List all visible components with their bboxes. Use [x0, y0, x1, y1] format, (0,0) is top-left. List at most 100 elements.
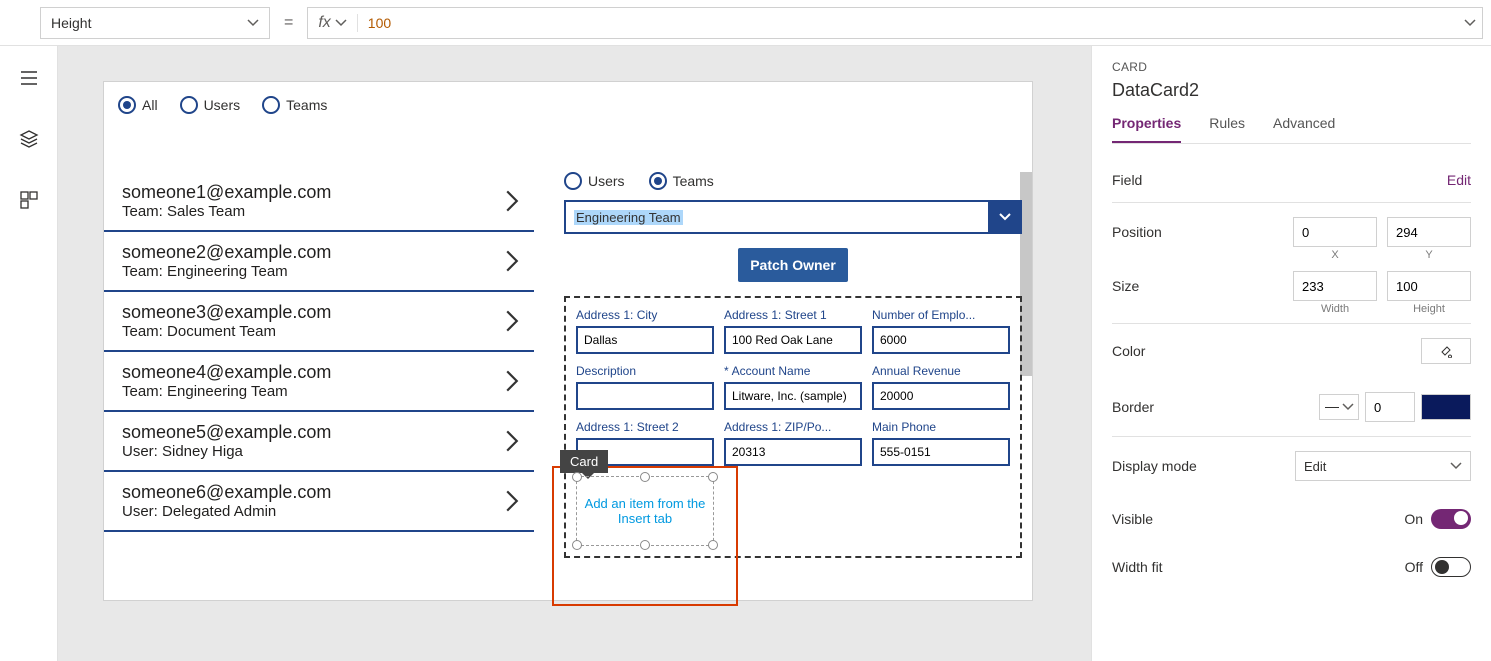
- radio-label: All: [142, 97, 158, 113]
- border-row: Border: [1112, 378, 1471, 437]
- x-sublabel: X: [1293, 249, 1377, 261]
- team-combobox[interactable]: Engineering Team: [564, 200, 1022, 234]
- radio-label: Users: [588, 173, 625, 189]
- height-sublabel: Height: [1387, 303, 1471, 315]
- radio-label: Teams: [673, 173, 714, 189]
- position-y-input[interactable]: [1387, 217, 1471, 247]
- field-label: Account Name: [724, 364, 862, 378]
- border-width-input[interactable]: [1365, 392, 1415, 422]
- field-input[interactable]: [872, 326, 1010, 354]
- combobox-button[interactable]: [988, 200, 1022, 234]
- app-frame: All Users Teams someone1@example.comTeam…: [104, 82, 1032, 600]
- tab-properties[interactable]: Properties: [1112, 109, 1181, 143]
- main-area: All Users Teams someone1@example.comTeam…: [0, 46, 1491, 661]
- edit-form: Address 1: City Address 1: Street 1 Number…: [564, 296, 1022, 558]
- fx-button[interactable]: fx: [308, 14, 357, 32]
- list-item[interactable]: someone1@example.comTeam: Sales Team: [104, 172, 534, 232]
- widthfit-row: Width fit Off: [1112, 543, 1471, 591]
- control-name[interactable]: DataCard2: [1112, 80, 1471, 101]
- list-item[interactable]: someone3@example.comTeam: Document Team: [104, 292, 534, 352]
- expand-formula-button[interactable]: [1458, 17, 1482, 29]
- form-field: Address 1: City: [576, 308, 714, 354]
- visible-toggle[interactable]: [1431, 509, 1471, 529]
- size-label: Size: [1112, 278, 1139, 294]
- widthfit-label: Width fit: [1112, 559, 1163, 575]
- radio-teams[interactable]: Teams: [262, 96, 327, 114]
- list-item[interactable]: someone6@example.comUser: Delegated Admi…: [104, 472, 534, 532]
- chevron-down-icon: [999, 211, 1011, 223]
- empty-card-hint: Add an item from the Insert tab: [576, 476, 714, 546]
- selected-empty-card[interactable]: CardAdd an item from the Insert tab: [576, 476, 714, 546]
- field-input[interactable]: [576, 326, 714, 354]
- position-x-input[interactable]: [1293, 217, 1377, 247]
- item-subtitle: Team: Sales Team: [122, 203, 331, 220]
- field-input[interactable]: [872, 382, 1010, 410]
- field-input[interactable]: [576, 382, 714, 410]
- radio-all[interactable]: All: [118, 96, 158, 114]
- chevron-down-icon: [247, 17, 259, 29]
- display-mode-select[interactable]: Edit: [1295, 451, 1471, 481]
- height-input[interactable]: [1387, 271, 1471, 301]
- display-mode-label: Display mode: [1112, 458, 1197, 474]
- field-label: Address 1: Street 2: [576, 420, 714, 434]
- radio-icon: [262, 96, 280, 114]
- field-input[interactable]: [724, 326, 862, 354]
- list-item[interactable]: someone4@example.comTeam: Engineering Te…: [104, 352, 534, 412]
- fx-label: fx: [318, 14, 330, 32]
- radio-label: Users: [204, 97, 241, 113]
- field-input[interactable]: [872, 438, 1010, 466]
- paint-icon: [1439, 344, 1453, 358]
- form-field: Annual Revenue: [872, 364, 1010, 410]
- color-label: Color: [1112, 343, 1145, 359]
- control-type: CARD: [1112, 60, 1471, 74]
- radio-icon: [564, 172, 582, 190]
- field-input[interactable]: [724, 438, 862, 466]
- layers-button[interactable]: [19, 129, 39, 154]
- visible-row: Visible On: [1112, 495, 1471, 543]
- hamburger-icon: [19, 68, 39, 88]
- radio-owner-users[interactable]: Users: [564, 172, 625, 190]
- formula-bar: Height = fx: [0, 0, 1491, 46]
- field-input[interactable]: [724, 382, 862, 410]
- radio-icon: [180, 96, 198, 114]
- field-label: Annual Revenue: [872, 364, 1010, 378]
- patch-owner-button[interactable]: Patch Owner: [738, 248, 848, 282]
- field-label: Address 1: Street 1: [724, 308, 862, 322]
- item-subtitle: User: Sidney Higa: [122, 443, 331, 460]
- list-item[interactable]: someone5@example.comUser: Sidney Higa: [104, 412, 534, 472]
- border-color-picker[interactable]: [1421, 394, 1471, 420]
- border-style-select[interactable]: [1319, 394, 1359, 420]
- edit-field-link[interactable]: Edit: [1447, 172, 1471, 188]
- panel-tabs: Properties Rules Advanced: [1112, 109, 1471, 144]
- chevron-down-icon: [1342, 401, 1354, 413]
- width-input[interactable]: [1293, 271, 1377, 301]
- field-label: Number of Emplo...: [872, 308, 1010, 322]
- widthfit-value: Off: [1405, 559, 1423, 575]
- formula-input[interactable]: [358, 8, 1458, 38]
- form-field: Address 1: Street 1: [724, 308, 862, 354]
- radio-owner-teams[interactable]: Teams: [649, 172, 714, 190]
- widthfit-toggle[interactable]: [1431, 557, 1471, 577]
- radio-users[interactable]: Users: [180, 96, 241, 114]
- position-row: Position X Y: [1112, 203, 1471, 261]
- canvas[interactable]: All Users Teams someone1@example.comTeam…: [58, 46, 1091, 661]
- field-label: Main Phone: [872, 420, 1010, 434]
- size-row: Size Width Height: [1112, 267, 1471, 324]
- combobox-value: Engineering Team: [564, 200, 988, 234]
- form-field: Description: [576, 364, 714, 410]
- item-subtitle: Team: Engineering Team: [122, 263, 331, 280]
- color-row: Color: [1112, 324, 1471, 378]
- list-item[interactable]: someone2@example.comTeam: Engineering Te…: [104, 232, 534, 292]
- field-label: Address 1: ZIP/Po...: [724, 420, 862, 434]
- form-field: Main Phone: [872, 420, 1010, 466]
- components-button[interactable]: [19, 190, 39, 215]
- tab-rules[interactable]: Rules: [1209, 109, 1245, 143]
- item-subtitle: User: Delegated Admin: [122, 503, 331, 520]
- tab-advanced[interactable]: Advanced: [1273, 109, 1335, 143]
- color-picker[interactable]: [1421, 338, 1471, 364]
- hamburger-button[interactable]: [19, 68, 39, 93]
- gallery[interactable]: someone1@example.comTeam: Sales Teamsome…: [104, 172, 534, 600]
- border-label: Border: [1112, 399, 1154, 415]
- components-icon: [19, 190, 39, 210]
- property-dropdown[interactable]: Height: [40, 7, 270, 39]
